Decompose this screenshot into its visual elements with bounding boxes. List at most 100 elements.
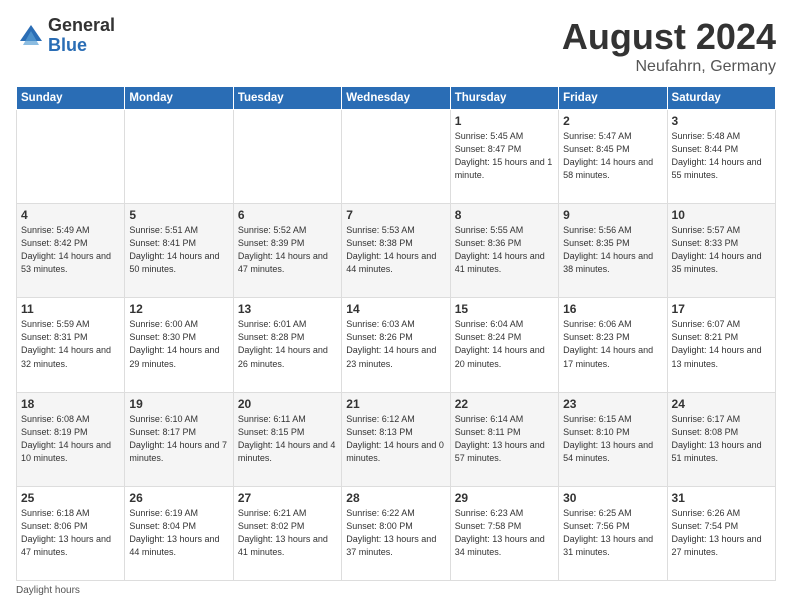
weekday-header-monday: Monday [125, 87, 233, 110]
calendar-cell: 23 Sunrise: 6:15 AM Sunset: 8:10 PM Dayli… [559, 392, 667, 486]
day-number: 20 [238, 397, 337, 411]
day-number: 25 [21, 491, 120, 505]
day-info: Sunrise: 6:19 AM Sunset: 8:04 PM Dayligh… [129, 507, 228, 559]
calendar-week-2: 11Sunrise: 5:59 AM Sunset: 8:31 PM Dayli… [17, 298, 776, 392]
calendar-cell: 22 Sunrise: 6:14 AM Sunset: 8:11 PM Dayli… [450, 392, 558, 486]
day-info: Sunrise: 6:23 AM Sunset: 7:58 PM Dayligh… [455, 507, 554, 559]
weekday-header-tuesday: Tuesday [233, 87, 341, 110]
calendar-week-1: 4 Sunrise: 5:49 AM Sunset: 8:42 PM Daylig… [17, 204, 776, 298]
day-info: Sunrise: 5:59 AM Sunset: 8:31 PM Dayligh… [21, 318, 120, 370]
day-info: Sunrise: 5:48 AM Sunset: 8:44 PM Dayligh… [672, 130, 771, 182]
day-number: 22 [455, 397, 554, 411]
day-number: 12 [129, 302, 228, 316]
day-number: 26 [129, 491, 228, 505]
day-info: Sunrise: 5:47 AM Sunset: 8:45 PM Dayligh… [563, 130, 662, 182]
calendar-cell [342, 110, 450, 204]
day-info: Sunrise: 6:08 AM Sunset: 8:19 PM Dayligh… [21, 413, 120, 465]
day-number: 18 [21, 397, 120, 411]
calendar-cell: 15 Sunrise: 6:04 AM Sunset: 8:24 PM Dayli… [450, 298, 558, 392]
day-number: 28 [346, 491, 445, 505]
day-number: 8 [455, 208, 554, 222]
day-number: 27 [238, 491, 337, 505]
day-info: Sunrise: 6:14 AM Sunset: 8:11 PM Dayligh… [455, 413, 554, 465]
day-info: Sunrise: 6:04 AM Sunset: 8:24 PM Dayligh… [455, 318, 554, 370]
logo-icon [16, 21, 46, 51]
day-number: 21 [346, 397, 445, 411]
day-info: Sunrise: 6:22 AM Sunset: 8:00 PM Dayligh… [346, 507, 445, 559]
calendar-body: 1 Sunrise: 5:45 AM Sunset: 8:47 PM Daylig… [17, 110, 776, 581]
calendar-week-3: 18 Sunrise: 6:08 AM Sunset: 8:19 PM Dayli… [17, 392, 776, 486]
day-number: 5 [129, 208, 228, 222]
day-info: Sunrise: 6:06 AM Sunset: 8:23 PM Dayligh… [563, 318, 662, 370]
calendar-cell: 21 Sunrise: 6:12 AM Sunset: 8:13 PM Dayli… [342, 392, 450, 486]
weekday-header-saturday: Saturday [667, 87, 775, 110]
calendar-cell: 14Sunrise: 6:03 AM Sunset: 8:26 PM Dayli… [342, 298, 450, 392]
weekday-header-wednesday: Wednesday [342, 87, 450, 110]
calendar-cell: 2 Sunrise: 5:47 AM Sunset: 8:45 PM Daylig… [559, 110, 667, 204]
weekday-header-friday: Friday [559, 87, 667, 110]
day-info: Sunrise: 5:55 AM Sunset: 8:36 PM Dayligh… [455, 224, 554, 276]
footer-note: Daylight hours [16, 585, 776, 596]
day-number: 17 [672, 302, 771, 316]
calendar-cell: 9Sunrise: 5:56 AM Sunset: 8:35 PM Daylig… [559, 204, 667, 298]
day-number: 10 [672, 208, 771, 222]
title-block: August 2024 Neufahrn, Germany [562, 16, 776, 76]
logo-blue: Blue [48, 36, 115, 56]
calendar-cell [233, 110, 341, 204]
calendar-cell: 18 Sunrise: 6:08 AM Sunset: 8:19 PM Dayli… [17, 392, 125, 486]
weekday-header-thursday: Thursday [450, 87, 558, 110]
day-info: Sunrise: 6:01 AM Sunset: 8:28 PM Dayligh… [238, 318, 337, 370]
day-info: Sunrise: 5:56 AM Sunset: 8:35 PM Dayligh… [563, 224, 662, 276]
calendar-cell: 4 Sunrise: 5:49 AM Sunset: 8:42 PM Daylig… [17, 204, 125, 298]
calendar-cell: 19Sunrise: 6:10 AM Sunset: 8:17 PM Dayli… [125, 392, 233, 486]
day-info: Sunrise: 6:26 AM Sunset: 7:54 PM Dayligh… [672, 507, 771, 559]
day-info: Sunrise: 6:12 AM Sunset: 8:13 PM Dayligh… [346, 413, 445, 465]
day-info: Sunrise: 5:49 AM Sunset: 8:42 PM Dayligh… [21, 224, 120, 276]
weekday-header-row: SundayMondayTuesdayWednesdayThursdayFrid… [17, 87, 776, 110]
calendar-cell: 6 Sunrise: 5:52 AM Sunset: 8:39 PM Daylig… [233, 204, 341, 298]
day-number: 19 [129, 397, 228, 411]
day-number: 31 [672, 491, 771, 505]
calendar-cell: 5Sunrise: 5:51 AM Sunset: 8:41 PM Daylig… [125, 204, 233, 298]
day-info: Sunrise: 6:07 AM Sunset: 8:21 PM Dayligh… [672, 318, 771, 370]
day-info: Sunrise: 6:15 AM Sunset: 8:10 PM Dayligh… [563, 413, 662, 465]
calendar-cell: 28 Sunrise: 6:22 AM Sunset: 8:00 PM Dayli… [342, 486, 450, 580]
day-number: 1 [455, 114, 554, 128]
day-number: 23 [563, 397, 662, 411]
calendar-cell: 10 Sunrise: 5:57 AM Sunset: 8:33 PM Dayli… [667, 204, 775, 298]
day-number: 2 [563, 114, 662, 128]
day-info: Sunrise: 6:25 AM Sunset: 7:56 PM Dayligh… [563, 507, 662, 559]
day-info: Sunrise: 5:45 AM Sunset: 8:47 PM Dayligh… [455, 130, 554, 182]
calendar-cell [125, 110, 233, 204]
calendar-cell: 16Sunrise: 6:06 AM Sunset: 8:23 PM Dayli… [559, 298, 667, 392]
day-info: Sunrise: 6:18 AM Sunset: 8:06 PM Dayligh… [21, 507, 120, 559]
calendar-cell: 24Sunrise: 6:17 AM Sunset: 8:08 PM Dayli… [667, 392, 775, 486]
location-label: Neufahrn, Germany [562, 58, 776, 76]
day-number: 15 [455, 302, 554, 316]
header: General Blue August 2024 Neufahrn, Germa… [16, 16, 776, 76]
calendar-cell [17, 110, 125, 204]
day-number: 3 [672, 114, 771, 128]
day-number: 6 [238, 208, 337, 222]
calendar-cell: 13 Sunrise: 6:01 AM Sunset: 8:28 PM Dayli… [233, 298, 341, 392]
calendar-header: SundayMondayTuesdayWednesdayThursdayFrid… [17, 87, 776, 110]
logo: General Blue [16, 16, 115, 56]
day-number: 13 [238, 302, 337, 316]
calendar-cell: 12Sunrise: 6:00 AM Sunset: 8:30 PM Dayli… [125, 298, 233, 392]
day-number: 7 [346, 208, 445, 222]
day-number: 24 [672, 397, 771, 411]
calendar-cell: 8 Sunrise: 5:55 AM Sunset: 8:36 PM Daylig… [450, 204, 558, 298]
day-number: 4 [21, 208, 120, 222]
day-number: 29 [455, 491, 554, 505]
weekday-header-sunday: Sunday [17, 87, 125, 110]
logo-text: General Blue [48, 16, 115, 56]
day-info: Sunrise: 6:21 AM Sunset: 8:02 PM Dayligh… [238, 507, 337, 559]
calendar-cell: 26 Sunrise: 6:19 AM Sunset: 8:04 PM Dayli… [125, 486, 233, 580]
day-info: Sunrise: 6:11 AM Sunset: 8:15 PM Dayligh… [238, 413, 337, 465]
logo-general: General [48, 16, 115, 36]
day-info: Sunrise: 5:52 AM Sunset: 8:39 PM Dayligh… [238, 224, 337, 276]
day-info: Sunrise: 5:57 AM Sunset: 8:33 PM Dayligh… [672, 224, 771, 276]
day-number: 14 [346, 302, 445, 316]
calendar-cell: 31 Sunrise: 6:26 AM Sunset: 7:54 PM Dayli… [667, 486, 775, 580]
day-number: 30 [563, 491, 662, 505]
